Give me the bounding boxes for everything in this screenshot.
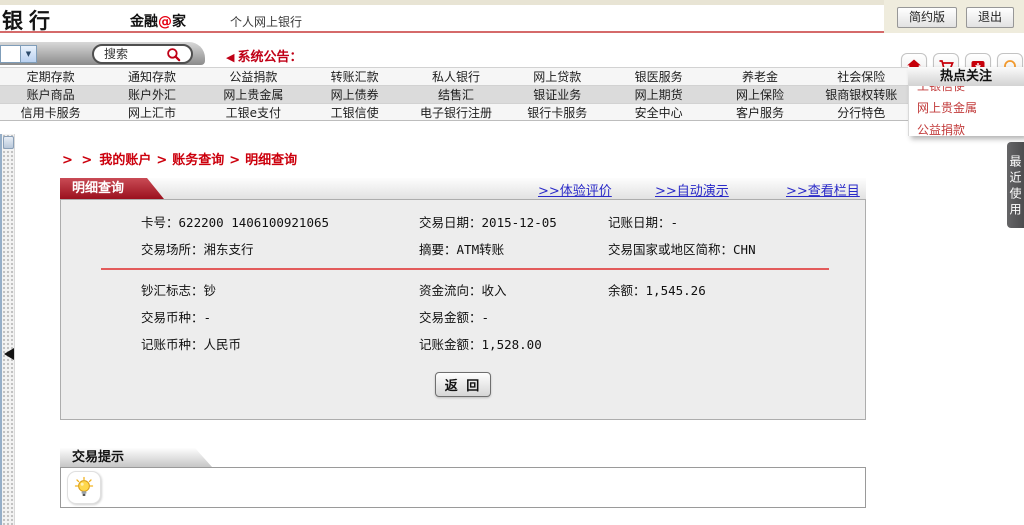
- field-balance: 余额：1,545.26: [608, 282, 908, 300]
- nav-item-gongyinezhifu[interactable]: 工银e支付: [203, 104, 304, 120]
- field-posting-date: 记账日期：-: [608, 214, 908, 232]
- back-button[interactable]: 返 回: [435, 372, 491, 397]
- empty-cell: [608, 336, 908, 354]
- nav-item-xinyongkafuwu[interactable]: 信用卡服务: [0, 104, 101, 120]
- empty-cell: [608, 309, 908, 327]
- announcement-marker-icon: ◀: [226, 51, 234, 64]
- nav-item-wangshangguijinshu[interactable]: 网上贵金属: [203, 86, 304, 103]
- hot-topics-list: 工银信使 网上贵金属 公益捐款: [908, 86, 1024, 136]
- tips-box: [60, 467, 866, 508]
- tab-detail-query: 明细查询: [60, 178, 164, 199]
- tips-section-title: 交易提示: [60, 448, 212, 467]
- field-posting-currency: 记账币种：人民币: [141, 336, 419, 354]
- search-box[interactable]: [92, 44, 193, 64]
- nav-item-yinshangyinquanzhuanzhang[interactable]: 银商银权转账: [811, 86, 912, 103]
- hot-topic-item[interactable]: 网上贵金属: [909, 97, 1024, 119]
- simple-version-button[interactable]: 简约版: [897, 7, 957, 28]
- field-cash-flag: 钞汇标志：钞: [141, 282, 419, 300]
- experience-rating-link[interactable]: >>体验评价: [538, 180, 612, 199]
- site-subtitle: 个人网上银行: [230, 13, 302, 30]
- field-fund-direction: 资金流向：收入: [419, 282, 608, 300]
- dropdown-arrow-icon[interactable]: ▼: [20, 46, 36, 62]
- content-tab-bar: 明细查询 >>体验评价 >>自动演示 >>查看栏目信息: [60, 178, 866, 199]
- field-posting-amount: 记账金额：1,528.00: [419, 336, 608, 354]
- nav-item-wangshangzhaiquan[interactable]: 网上债券: [304, 86, 405, 103]
- nav-item-dianziyinhangzhuce[interactable]: 电子银行注册: [405, 104, 506, 120]
- nav-item-jieshouhui[interactable]: 结售汇: [405, 86, 506, 103]
- field-trade-currency: 交易币种：-: [141, 309, 419, 327]
- sidebar-splitter[interactable]: [0, 134, 15, 525]
- page: 银行 金融@家 个人网上银行 简约版 退出 ▼ ◀系统公告：: [0, 0, 1024, 525]
- hot-topics-title[interactable]: 热点关注: [908, 67, 1024, 86]
- logout-button[interactable]: 退出: [966, 7, 1014, 28]
- auto-demo-link[interactable]: >>自动演示: [655, 180, 729, 199]
- nav-item-wangshangdaikuan[interactable]: 网上贷款: [507, 68, 608, 85]
- header-top-strip: [0, 0, 1024, 5]
- search-icon[interactable]: [166, 47, 181, 62]
- field-trade-amount: 交易金额：-: [419, 309, 608, 327]
- nav-item-kehufuwu[interactable]: 客户服务: [709, 104, 810, 120]
- nav-item-anquanzhongxin[interactable]: 安全中心: [608, 104, 709, 120]
- nav-item-fenhangtese[interactable]: 分行特色: [811, 104, 912, 120]
- nav-item-wangshangqihuo[interactable]: 网上期货: [608, 86, 709, 103]
- nav-item-yanglaojin[interactable]: 养老金: [709, 68, 810, 85]
- nav-item-zhuanzhanghuikuan[interactable]: 转账汇款: [304, 68, 405, 85]
- system-announcement: ◀系统公告：: [226, 46, 302, 65]
- field-summary: 摘要：ATM转账: [419, 241, 608, 259]
- brand-slogan: 金融@家: [130, 11, 186, 31]
- breadcrumb-account-query[interactable]: 账务查询: [172, 153, 224, 168]
- main-nav: 定期存款 通知存款 公益捐款 转账汇款 私人银行 网上贷款 银医服务 养老金 社…: [0, 67, 1024, 121]
- field-trade-date: 交易日期：2015-12-05: [419, 214, 608, 232]
- nav-item-gongyinxinshi[interactable]: 工银信使: [304, 104, 405, 120]
- hot-topic-item[interactable]: 公益捐款: [909, 119, 1024, 136]
- nav-item-yinhangkafuwu[interactable]: 银行卡服务: [507, 104, 608, 120]
- nav-row-2: 账户商品 账户外汇 网上贵金属 网上债券 结售汇 银证业务 网上期货 网上保险 …: [0, 85, 912, 103]
- announcement-label: 系统公告：: [237, 50, 302, 65]
- category-dropdown[interactable]: ▼: [0, 45, 37, 63]
- breadcrumb-my-account[interactable]: 我的账户: [99, 153, 151, 168]
- nav-item-zhanghuwaihui[interactable]: 账户外汇: [101, 86, 202, 103]
- splitter-handle-icon[interactable]: [3, 136, 14, 149]
- nav-item-gongyijuankuan[interactable]: 公益捐款: [203, 68, 304, 85]
- collapse-arrow-icon[interactable]: [4, 348, 14, 360]
- nav-item-wangshanghuishi[interactable]: 网上汇市: [101, 104, 202, 120]
- red-divider: [101, 268, 829, 270]
- breadcrumb-prefix: > >: [62, 153, 94, 168]
- nav-item-sirenyinhang[interactable]: 私人银行: [405, 68, 506, 85]
- nav-item-yinzhengyewu[interactable]: 银证业务: [507, 86, 608, 103]
- header-bar: 银行 金融@家 个人网上银行 简约版 退出: [0, 0, 1024, 33]
- nav-item-wangshangbaoxian[interactable]: 网上保险: [709, 86, 810, 103]
- breadcrumb-current: 明细查询: [245, 153, 297, 168]
- field-country-code: 交易国家或地区简称：CHN: [608, 241, 908, 259]
- nav-item-zhanghushangpin[interactable]: 账户商品: [0, 86, 101, 103]
- nav-item-yinyifuwu[interactable]: 银医服务: [608, 68, 709, 85]
- field-trade-place: 交易场所：湘东支行: [141, 241, 419, 259]
- hot-topics-panel: 热点关注 工银信使 网上贵金属 公益捐款: [908, 67, 1024, 136]
- nav-item-dingqicunkuan[interactable]: 定期存款: [0, 68, 101, 85]
- detail-panel: 卡号：622200 1406100921065 交易日期：2015-12-05 …: [60, 199, 866, 420]
- at-symbol: @: [158, 14, 172, 30]
- breadcrumb: > >我的账户>账务查询>明细查询: [62, 149, 297, 168]
- detail-fields-bottom: 钞汇标志：钞 资金流向：收入 余额：1,545.26 交易币种：- 交易金额：-…: [141, 282, 908, 354]
- nav-row-3: 信用卡服务 网上汇市 工银e支付 工银信使 电子银行注册 银行卡服务 安全中心 …: [0, 103, 912, 121]
- bank-logo: 银行: [2, 5, 56, 35]
- search-input[interactable]: [104, 47, 166, 61]
- nav-row-1: 定期存款 通知存款 公益捐款 转账汇款 私人银行 网上贷款 银医服务 养老金 社…: [0, 67, 912, 85]
- nav-item-tongzhicunkuan[interactable]: 通知存款: [101, 68, 202, 85]
- search-row: ▼ ◀系统公告：: [0, 35, 1024, 67]
- recently-used-tab[interactable]: 最近使用: [1007, 142, 1024, 228]
- nav-item-shehuibaoxian[interactable]: 社会保险: [811, 68, 912, 85]
- hot-topic-item[interactable]: 工银信使: [909, 86, 1024, 97]
- lightbulb-icon: [67, 471, 101, 504]
- field-card-number: 卡号：622200 1406100921065: [141, 214, 419, 232]
- detail-fields-top: 卡号：622200 1406100921065 交易日期：2015-12-05 …: [141, 214, 908, 259]
